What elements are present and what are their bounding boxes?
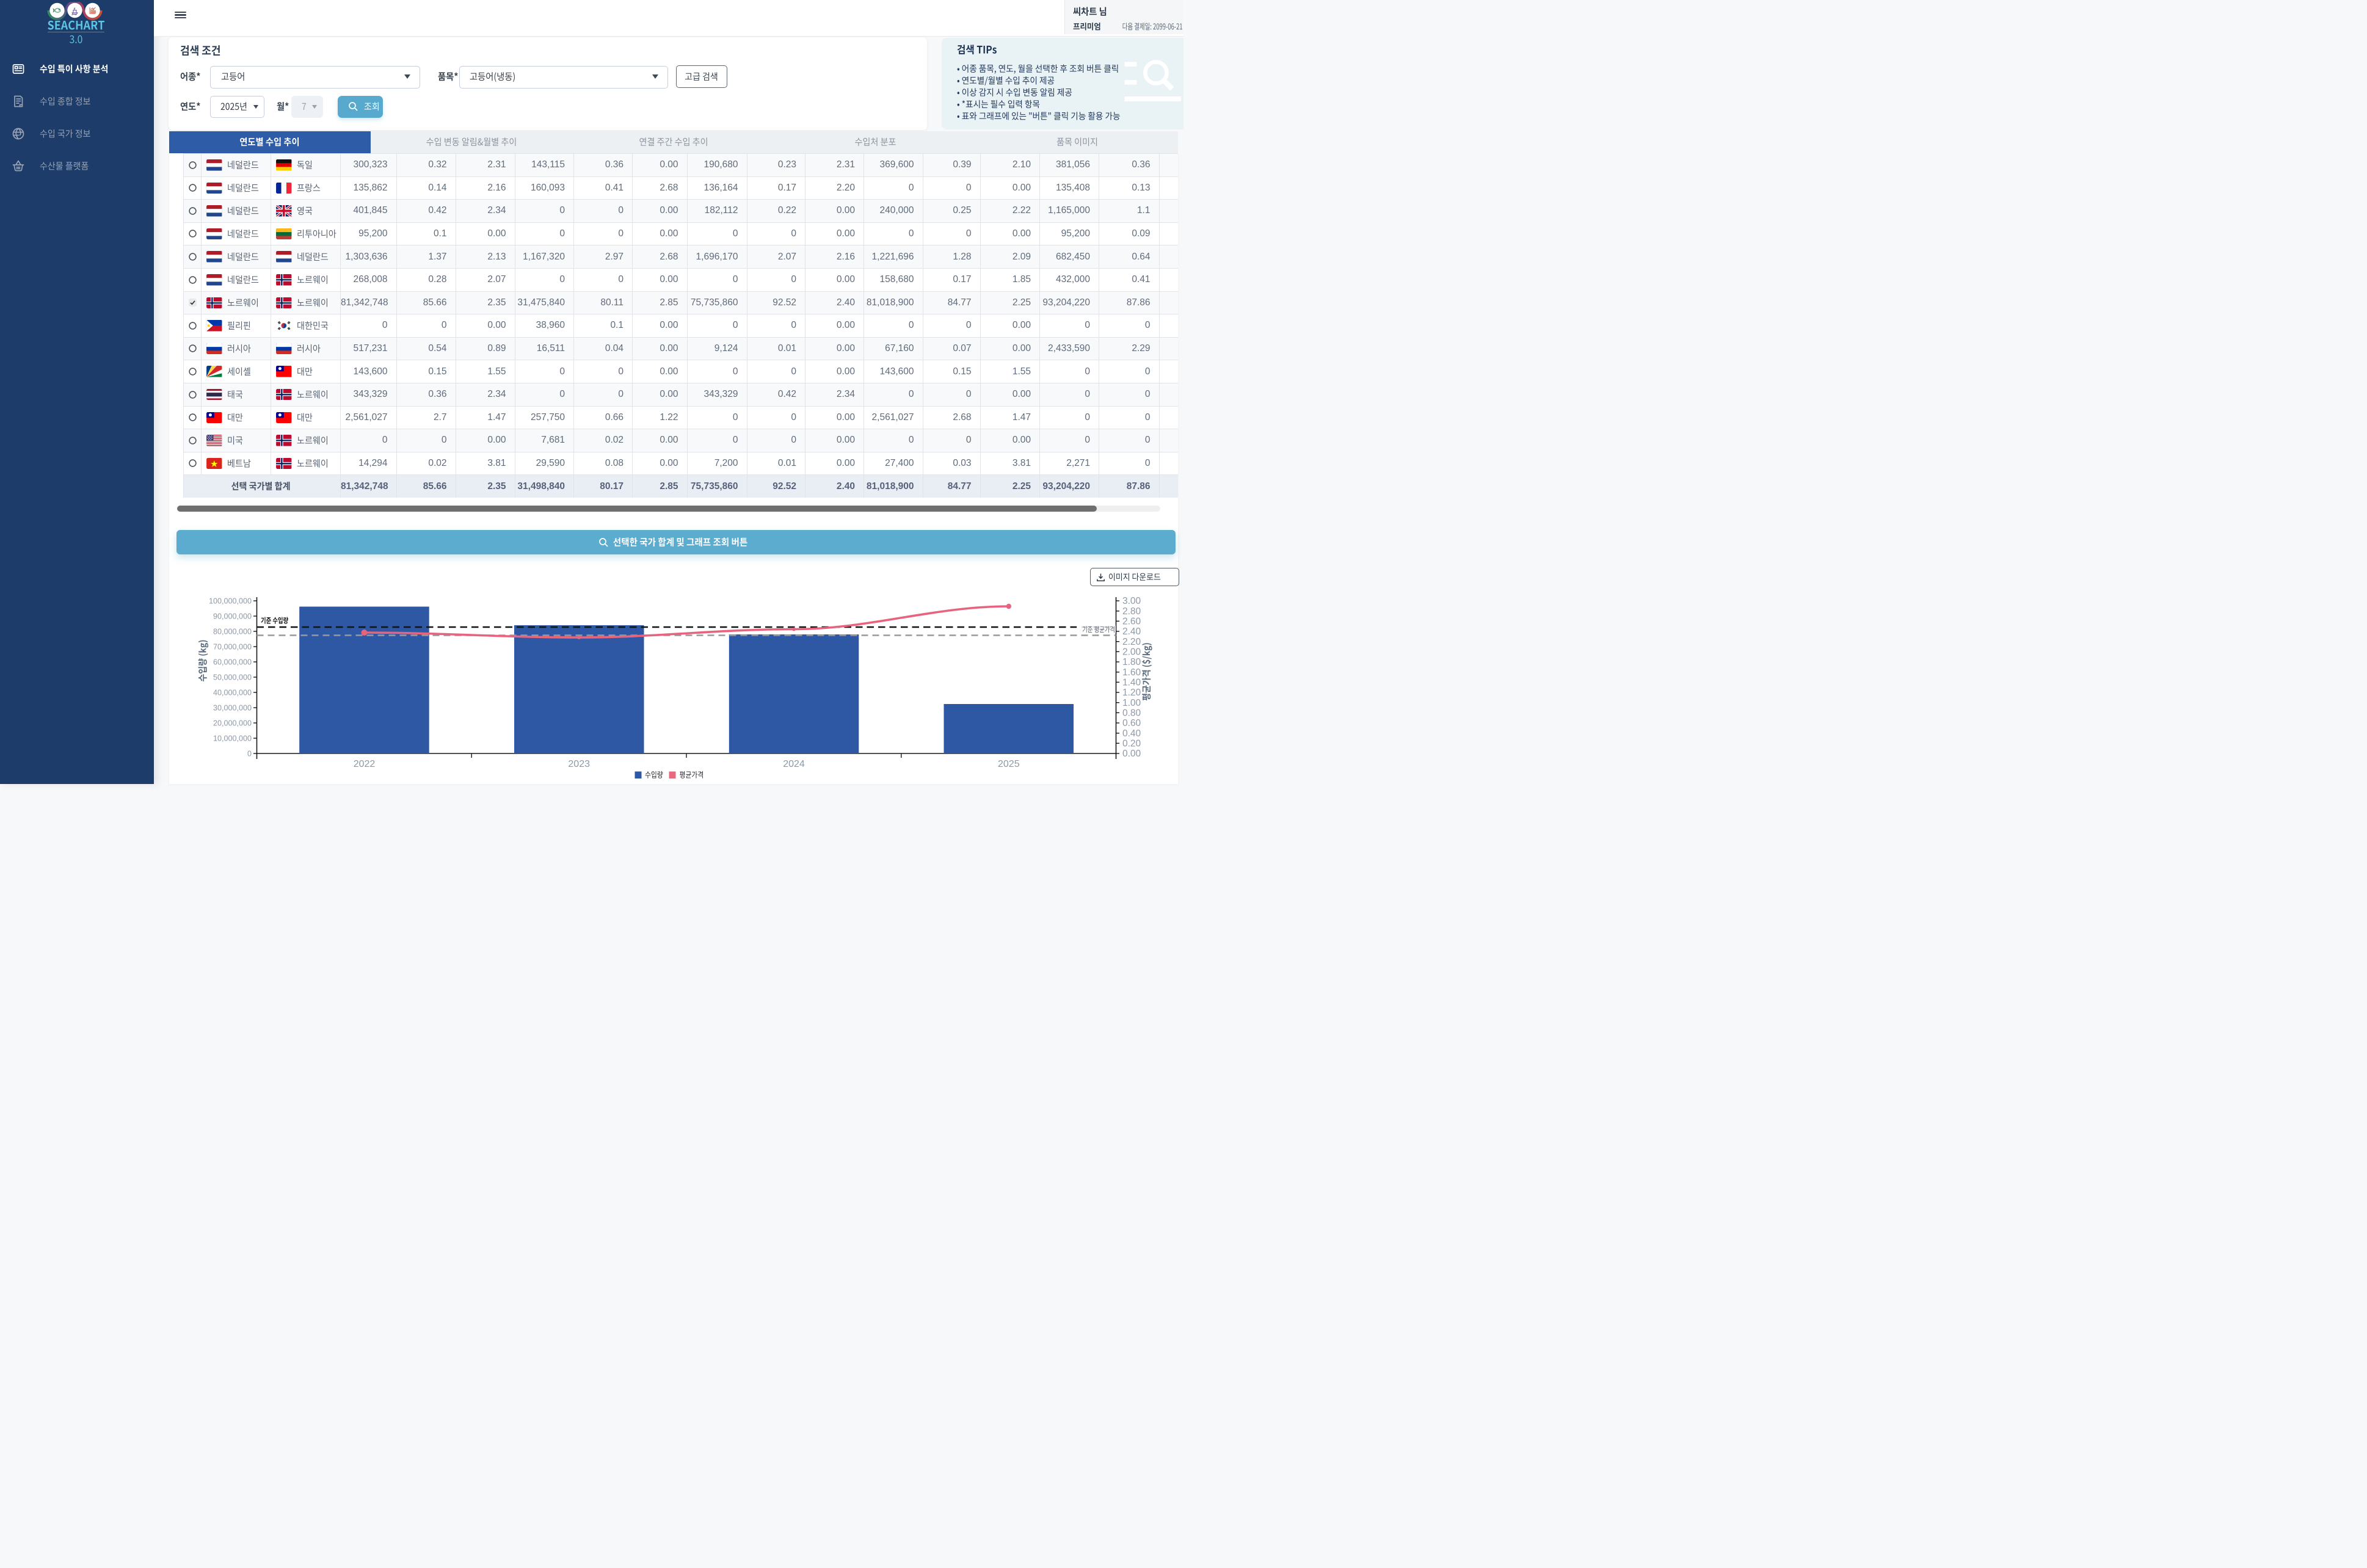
svg-text:2024: 2024 (783, 759, 805, 769)
svg-text:0.60: 0.60 (1122, 718, 1141, 728)
svg-text:0: 0 (247, 749, 252, 758)
svg-text:0.80: 0.80 (1122, 708, 1141, 719)
svg-text:1.00: 1.00 (1122, 698, 1141, 708)
svg-text:10,000,000: 10,000,000 (213, 734, 252, 742)
svg-text:2.80: 2.80 (1122, 606, 1141, 617)
svg-text:60,000,000: 60,000,000 (213, 658, 252, 666)
svg-text:80,000,000: 80,000,000 (213, 627, 252, 636)
svg-text:40,000,000: 40,000,000 (213, 688, 252, 697)
svg-text:50,000,000: 50,000,000 (213, 673, 252, 681)
svg-text:2025: 2025 (998, 759, 1020, 769)
svg-text:0.40: 0.40 (1122, 728, 1141, 739)
svg-text:2.20: 2.20 (1122, 637, 1141, 647)
svg-text:30,000,000: 30,000,000 (213, 703, 252, 712)
svg-text:2023: 2023 (568, 759, 590, 769)
svg-text:20,000,000: 20,000,000 (213, 719, 252, 727)
svg-text:2.60: 2.60 (1122, 617, 1141, 627)
svg-text:1.60: 1.60 (1122, 667, 1141, 678)
svg-text:100,000,000: 100,000,000 (209, 597, 252, 605)
svg-text:90,000,000: 90,000,000 (213, 612, 252, 620)
svg-text:3.00: 3.00 (1122, 596, 1141, 606)
svg-text:1.20: 1.20 (1122, 688, 1141, 698)
svg-text:70,000,000: 70,000,000 (213, 642, 252, 651)
svg-text:2022: 2022 (354, 759, 376, 769)
svg-text:0.20: 0.20 (1122, 739, 1141, 749)
svg-text:2.40: 2.40 (1122, 626, 1141, 637)
svg-text:0.00: 0.00 (1122, 749, 1141, 759)
svg-text:2.00: 2.00 (1122, 647, 1141, 658)
svg-text:1.80: 1.80 (1122, 657, 1141, 667)
svg-text:1.40: 1.40 (1122, 678, 1141, 688)
